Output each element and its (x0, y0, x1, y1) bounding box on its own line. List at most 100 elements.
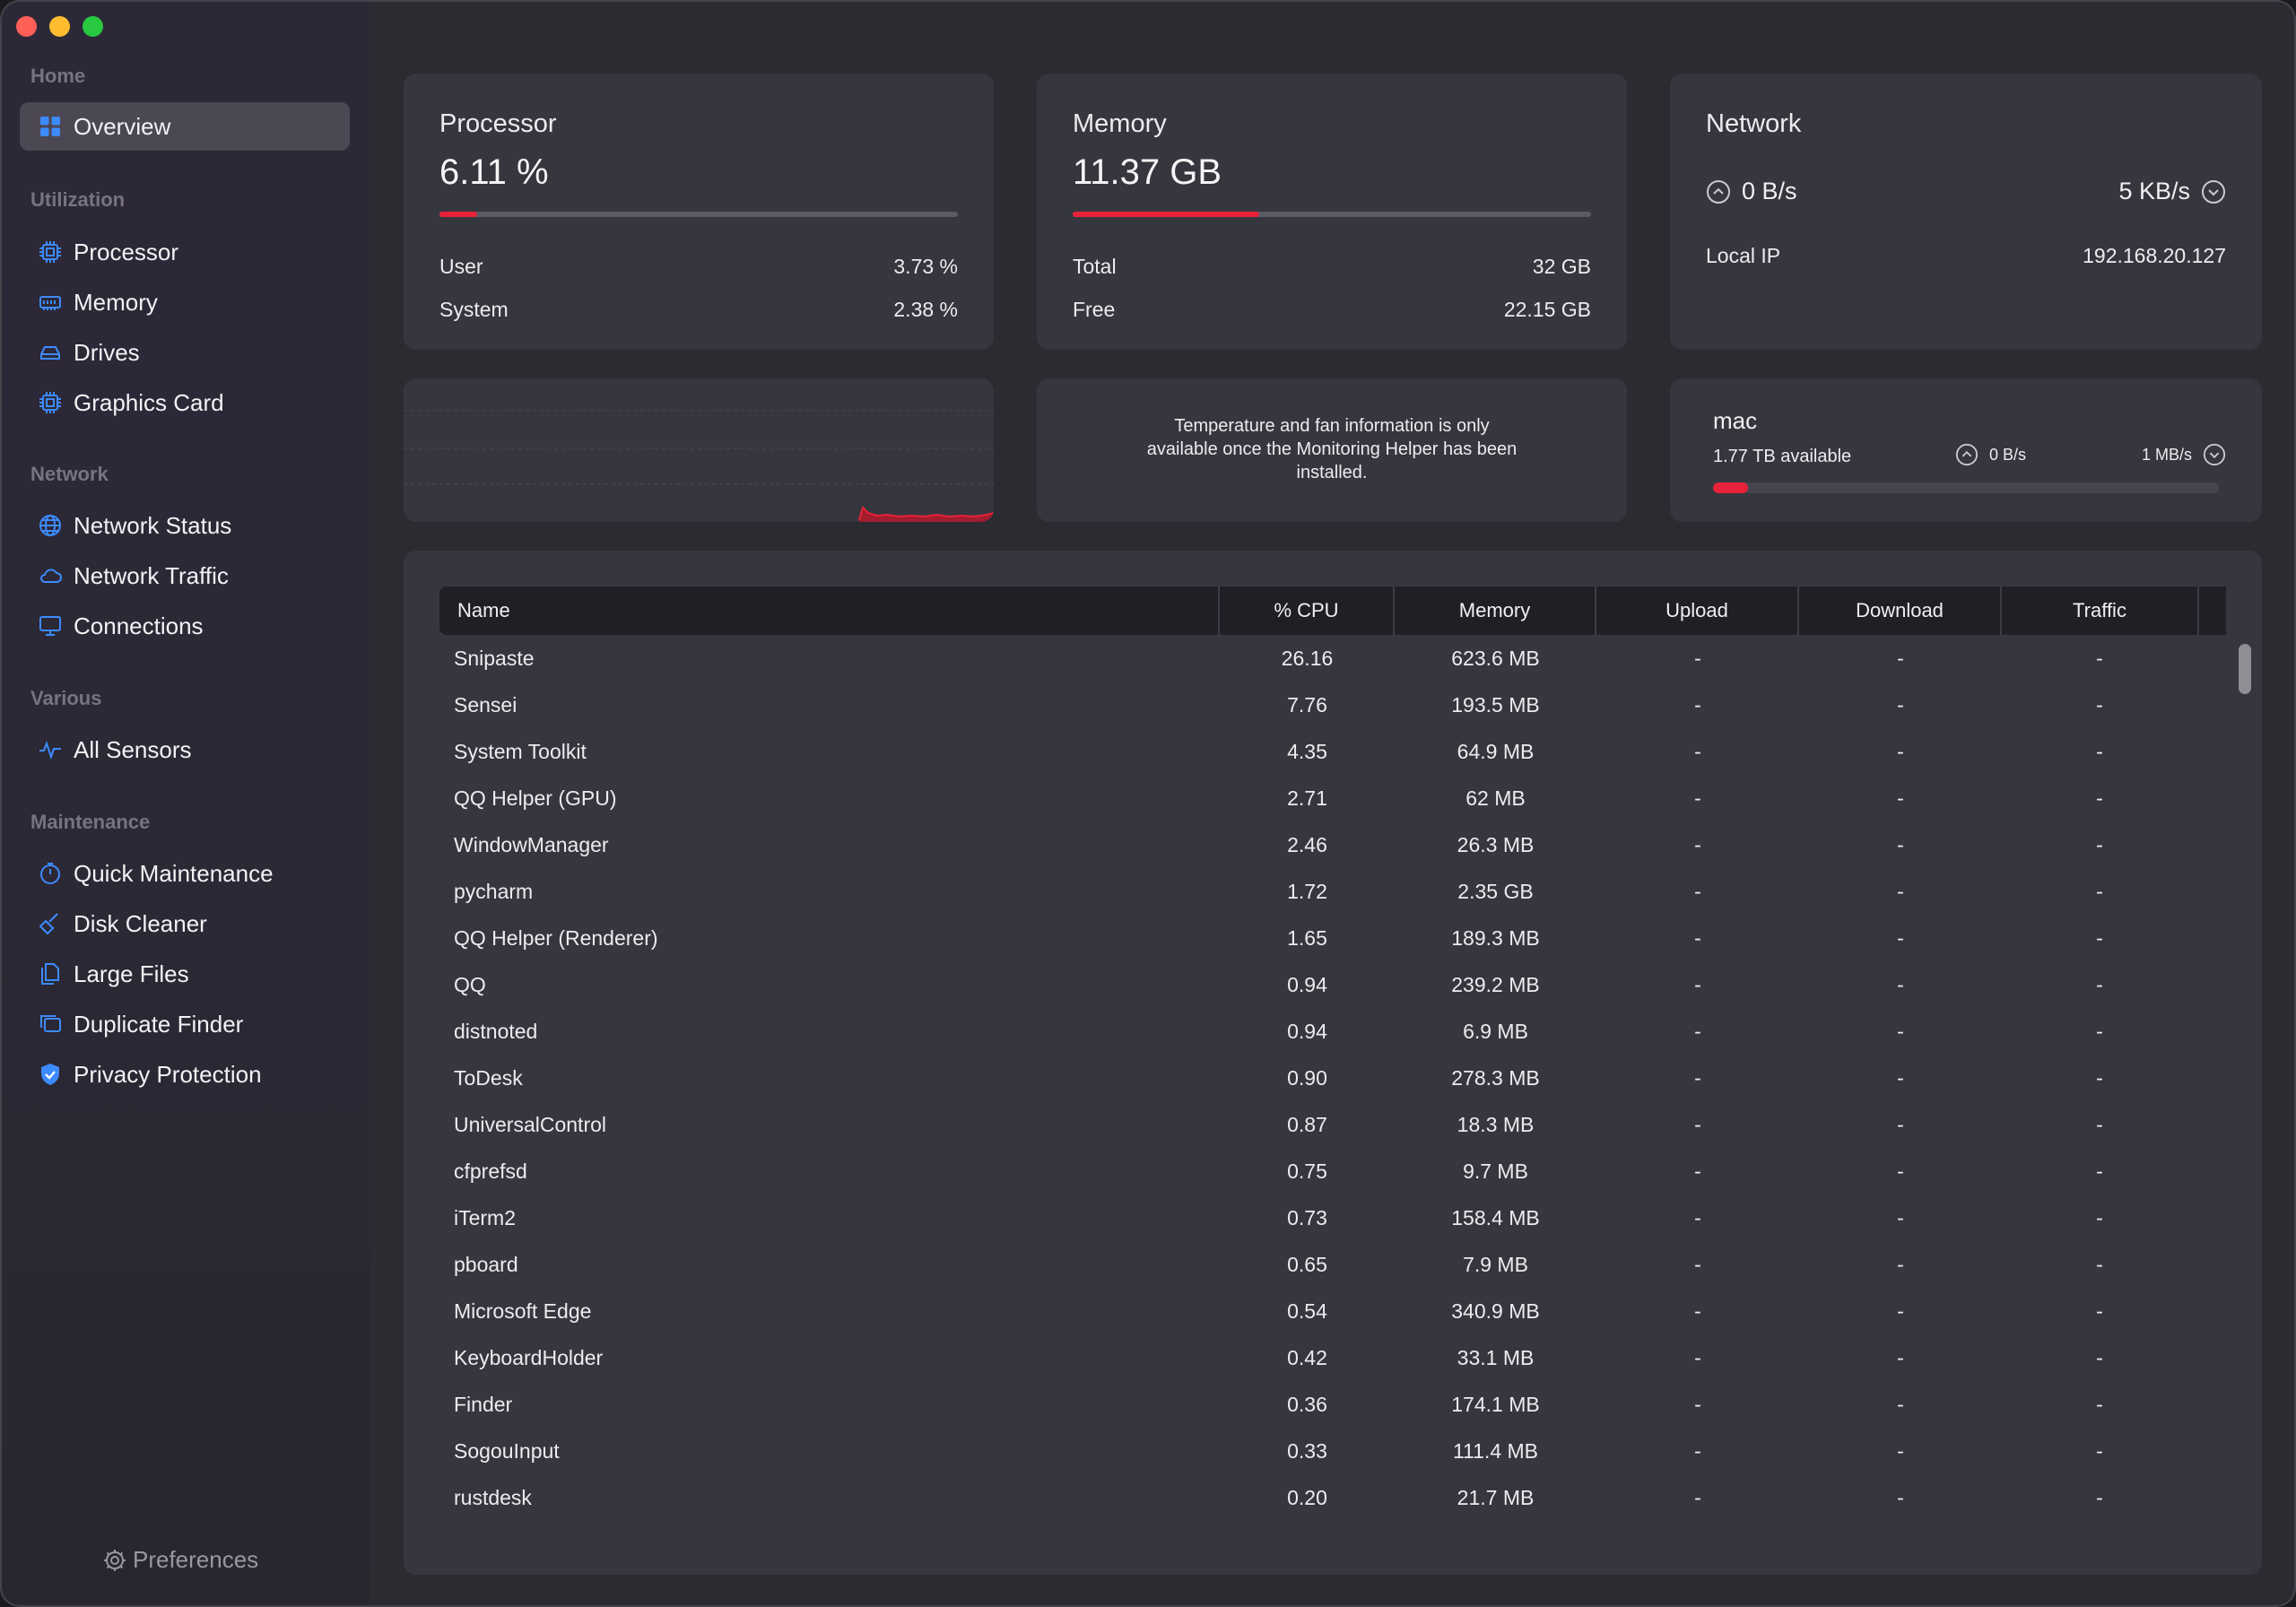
process-cpu: 0.75 (1287, 1159, 1327, 1183)
process-cpu: 0.65 (1287, 1252, 1327, 1276)
local-ip-label: Local IP (1706, 244, 1781, 267)
process-upload: - (1694, 832, 1701, 856)
memory-usage-fill (1073, 212, 1260, 217)
process-table-card: Name % CPU Memory Upload Download Traffi… (404, 551, 2262, 1575)
drive-name: mac (1713, 407, 1758, 434)
process-traffic: - (2096, 925, 2103, 950)
sidebar-item-network-traffic[interactable]: Network Traffic (20, 552, 350, 600)
drive-card[interactable]: mac 1.77 TB available 0 B/s 1 MB/s (1670, 378, 2262, 522)
table-row[interactable]: distnoted 0.94 6.9 MB - - - (439, 1008, 2197, 1055)
column-header-download[interactable]: Download (1799, 586, 2002, 635)
duplicate-icon (38, 1012, 63, 1037)
network-card[interactable]: Network 0 B/s 5 KB/s Local IP 192.168.20… (1670, 74, 2262, 350)
table-row[interactable]: UniversalControl 0.87 18.3 MB - - - (439, 1101, 2197, 1148)
column-header-upload[interactable]: Upload (1596, 586, 1799, 635)
process-memory: 7.9 MB (1463, 1252, 1528, 1276)
memory-title: Memory (1073, 109, 1167, 138)
table-row[interactable]: SogouInput 0.33 111.4 MB - - - (439, 1428, 2197, 1474)
minimize-window-button[interactable] (49, 16, 70, 37)
process-name: KeyboardHolder (454, 1345, 604, 1369)
table-row[interactable]: iTerm2 0.73 158.4 MB - - - (439, 1194, 2197, 1241)
process-cpu: 0.33 (1287, 1438, 1327, 1463)
sidebar-item-memory[interactable]: Memory (20, 278, 350, 326)
sidebar-item-drives[interactable]: Drives (20, 328, 350, 377)
table-row[interactable]: System Toolkit 4.35 64.9 MB - - - (439, 728, 2197, 775)
table-row[interactable]: rustdesk 0.20 21.7 MB - - - (439, 1474, 2197, 1521)
sidebar-item-connections[interactable]: Connections (20, 602, 350, 650)
process-traffic: - (2096, 739, 2103, 763)
table-row[interactable]: QQ Helper (GPU) 2.71 62 MB - - - (439, 775, 2197, 821)
sidebar-item-all-sensors[interactable]: All Sensors (20, 725, 350, 774)
column-header-memory[interactable]: Memory (1395, 586, 1596, 635)
process-name: QQ Helper (Renderer) (454, 925, 658, 950)
table-row[interactable]: pycharm 1.72 2.35 GB - - - (439, 868, 2197, 915)
sidebar-item-graphics-card[interactable]: Graphics Card (20, 378, 350, 427)
cpu-chip-icon (38, 239, 63, 265)
process-memory: 623.6 MB (1451, 646, 1540, 670)
memory-usage-bar (1073, 212, 1591, 217)
process-cpu: 2.71 (1287, 786, 1327, 810)
section-maintenance: Maintenance (30, 811, 151, 833)
sidebar-item-processor[interactable]: Processor (20, 228, 350, 276)
cpu-history-graph (404, 378, 994, 522)
close-window-button[interactable] (16, 16, 37, 37)
sidebar-item-large-files[interactable]: Large Files (20, 950, 350, 998)
table-row[interactable]: WindowManager 2.46 26.3 MB - - - (439, 821, 2197, 868)
process-name: iTerm2 (454, 1205, 517, 1229)
process-memory: 278.3 MB (1451, 1065, 1540, 1090)
table-row[interactable]: pboard 0.65 7.9 MB - - - (439, 1241, 2197, 1288)
table-scrollbar[interactable] (2239, 644, 2251, 694)
process-traffic: - (2096, 1485, 2103, 1509)
process-traffic: - (2096, 1299, 2103, 1323)
sidebar-item-disk-cleaner[interactable]: Disk Cleaner (20, 899, 350, 948)
process-name: SogouInput (454, 1438, 560, 1463)
process-cpu: 1.65 (1287, 925, 1327, 950)
drive-usage-bar (1713, 482, 2219, 493)
temperature-card[interactable]: Temperature and fan information is only … (1037, 378, 1627, 522)
process-memory: 6.9 MB (1463, 1019, 1528, 1043)
table-row[interactable]: KeyboardHolder 0.42 33.1 MB - - - (439, 1334, 2197, 1381)
sidebar-item-label: Network Traffic (74, 561, 229, 589)
table-row[interactable]: QQ Helper (Renderer) 1.65 189.3 MB - - - (439, 915, 2197, 961)
table-row[interactable]: Sensei 7.76 193.5 MB - - - (439, 682, 2197, 728)
process-memory: 111.4 MB (1452, 1438, 1539, 1463)
zoom-window-button[interactable] (83, 16, 103, 37)
preferences-button[interactable]: Preferences (102, 1546, 258, 1574)
process-upload: - (1694, 879, 1701, 903)
app-window: Home Overview Utilization Processor Memo… (0, 0, 2296, 1607)
drive-available: 1.77 TB available (1713, 447, 1852, 466)
memory-card[interactable]: Memory 11.37 GB Total 32 GB Free 22.15 G… (1037, 74, 1627, 350)
drive-read-group: 0 B/s (1955, 443, 2026, 466)
process-traffic: - (2096, 1252, 2103, 1276)
process-cpu: 2.46 (1287, 832, 1327, 856)
process-memory: 26.3 MB (1457, 832, 1535, 856)
sidebar-item-network-status[interactable]: Network Status (20, 501, 350, 550)
table-row[interactable]: QQ 0.94 239.2 MB - - - (439, 961, 2197, 1008)
column-header-name[interactable]: Name (439, 586, 1220, 635)
process-traffic: - (2096, 1205, 2103, 1229)
process-download: - (1897, 972, 1904, 996)
process-download: - (1897, 1112, 1904, 1136)
processor-card[interactable]: Processor 6.11 % User 3.73 % System 2.38… (404, 74, 994, 350)
table-row[interactable]: Microsoft Edge 0.54 340.9 MB - - - (439, 1288, 2197, 1334)
table-row[interactable]: ToDesk 0.90 278.3 MB - - - (439, 1055, 2197, 1101)
process-download: - (1897, 739, 1904, 763)
section-home: Home (30, 65, 86, 87)
sidebar-item-duplicate-finder[interactable]: Duplicate Finder (20, 1000, 350, 1048)
table-row[interactable]: cfprefsd 0.75 9.7 MB - - - (439, 1148, 2197, 1194)
table-row[interactable]: Finder 0.36 174.1 MB - - - (439, 1381, 2197, 1428)
process-name: Microsoft Edge (454, 1299, 592, 1323)
gpu-chip-icon (38, 390, 63, 415)
column-header-traffic[interactable]: Traffic (2002, 586, 2197, 635)
process-upload: - (1694, 739, 1701, 763)
sidebar-item-label: Overview (74, 112, 171, 140)
sidebar-item-privacy-protection[interactable]: Privacy Protection (20, 1050, 350, 1099)
sidebar-item-quick-maintenance[interactable]: Quick Maintenance (20, 849, 350, 898)
processor-usage-value: 6.11 % (439, 152, 549, 192)
sidebar-item-label: Graphics Card (74, 388, 224, 416)
column-header-cpu[interactable]: % CPU (1220, 586, 1395, 635)
free-label: Free (1073, 298, 1116, 321)
sidebar-item-overview[interactable]: Overview (20, 102, 350, 151)
sidebar-item-label: Privacy Protection (74, 1060, 262, 1088)
table-row[interactable]: Snipaste 26.16 623.6 MB - - - (439, 635, 2197, 682)
